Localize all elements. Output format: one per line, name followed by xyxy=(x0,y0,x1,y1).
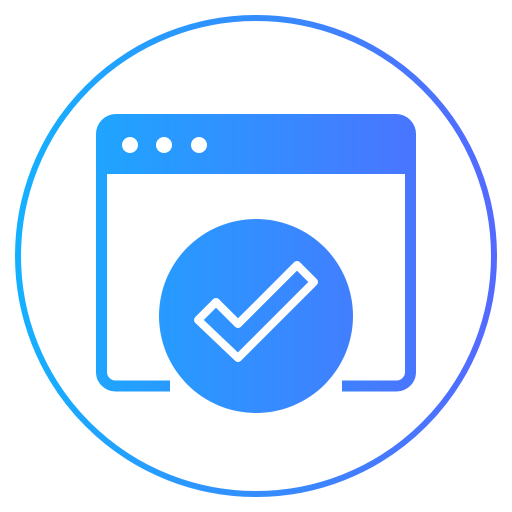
window-dot-icon xyxy=(156,137,172,153)
window-title-bar xyxy=(96,114,416,174)
window-body-outline-right xyxy=(342,174,416,392)
window-dot-icon xyxy=(191,137,207,153)
window-body-outline-left xyxy=(96,174,170,392)
icon-graphic xyxy=(15,15,497,497)
browser-window-check-icon xyxy=(0,0,512,512)
check-badge xyxy=(159,219,353,413)
window-control-dots xyxy=(122,137,207,153)
window-dot-icon xyxy=(122,137,138,153)
